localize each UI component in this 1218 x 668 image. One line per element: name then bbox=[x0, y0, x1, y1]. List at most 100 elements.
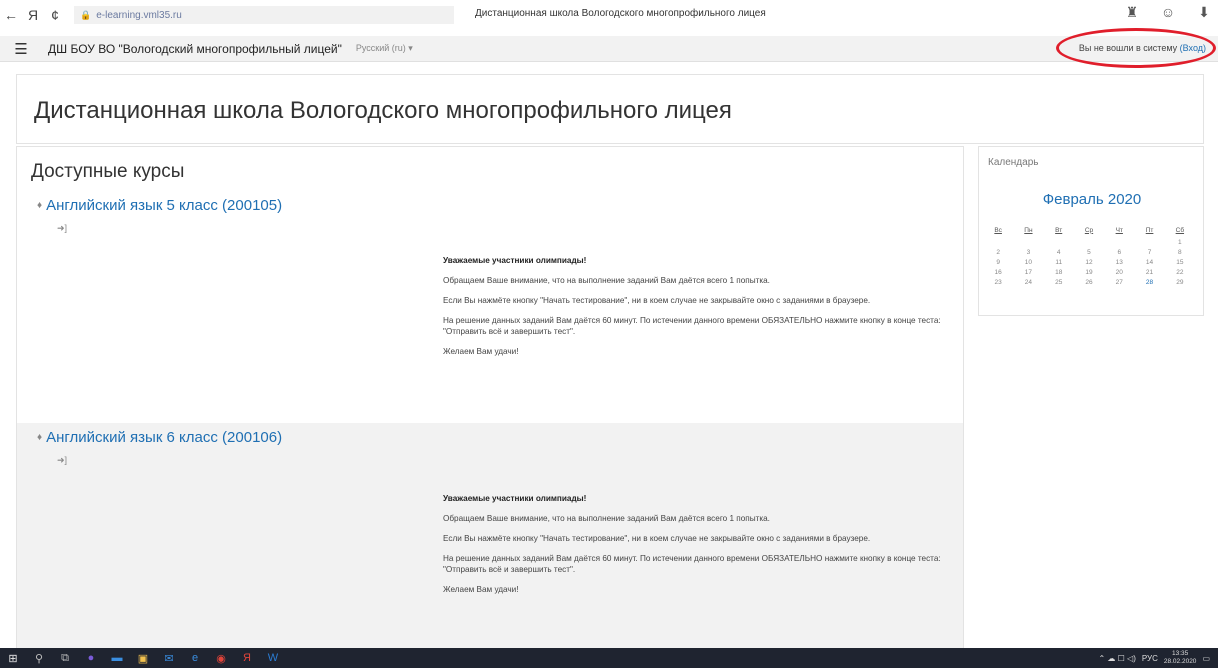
calendar-day[interactable]: 26 bbox=[1074, 277, 1104, 287]
course-icon: ♦ bbox=[37, 200, 43, 211]
calendar-day[interactable]: 28 bbox=[1134, 277, 1164, 287]
clock-time: 13:35 bbox=[1172, 650, 1189, 657]
download-icon[interactable]: ⬇ bbox=[1190, 4, 1218, 21]
windows-taskbar: ⊞ ⚲ ⧉ ● ▬ ▣ ✉ e ◉ Я W ⌃ ☁ ☐ ◁) РУС 13:35… bbox=[0, 648, 1218, 668]
calendar-block-title: Календарь bbox=[988, 157, 1039, 168]
course-item: ♦ Английский язык 6 класс (200106) ➜] Ув… bbox=[17, 423, 963, 668]
address-bar[interactable]: 🔒 e-learning.vml35.ru bbox=[74, 6, 454, 24]
task-view-icon[interactable]: ⧉ bbox=[52, 648, 78, 668]
calendar-day[interactable]: 2 bbox=[983, 247, 1013, 257]
summary-paragraph: Обращаем Ваше внимание, что на выполнени… bbox=[443, 514, 770, 523]
calendar-day[interactable]: 12 bbox=[1074, 257, 1104, 267]
language-select[interactable]: Русский (ru) ▾ bbox=[356, 43, 413, 54]
calendar-day[interactable]: 10 bbox=[1013, 257, 1043, 267]
course-link[interactable]: Английский язык 6 класс (200106) bbox=[46, 429, 282, 446]
course-link[interactable]: Английский язык 5 класс (200105) bbox=[46, 197, 282, 214]
protect-icon[interactable]: ☺ bbox=[1154, 4, 1182, 21]
summary-paragraph: Желаем Вам удачи! bbox=[443, 347, 519, 356]
calendar-day[interactable]: 5 bbox=[1074, 247, 1104, 257]
calendar-weekday: Ср bbox=[1084, 226, 1094, 234]
alice-icon[interactable]: ● bbox=[78, 648, 104, 668]
calendar-day[interactable]: 13 bbox=[1104, 257, 1134, 267]
bookmark-icon[interactable]: ♜ bbox=[1118, 4, 1146, 21]
yandex-app-icon[interactable]: Я bbox=[234, 648, 260, 668]
url-text: e-learning.vml35.ru bbox=[96, 9, 182, 21]
notifications-icon[interactable]: ▭ bbox=[1202, 654, 1210, 663]
calendar-day bbox=[983, 237, 1013, 247]
back-arrow-icon[interactable]: ← bbox=[0, 7, 22, 23]
available-courses-region: Доступные курсы ♦ Английский язык 5 клас… bbox=[16, 146, 964, 668]
calendar-day[interactable]: 18 bbox=[1044, 267, 1074, 277]
calendar-day[interactable]: 14 bbox=[1134, 257, 1164, 267]
menu-hamburger-icon[interactable]: ☰ bbox=[8, 38, 34, 60]
summary-paragraph: Если Вы нажмёте кнопку "Начать тестирова… bbox=[443, 296, 871, 305]
clock[interactable]: 13:35 28.02.2020 bbox=[1164, 650, 1197, 666]
calendar-day[interactable]: 25 bbox=[1044, 277, 1074, 287]
edge-icon[interactable]: e bbox=[182, 648, 208, 668]
course-item: ♦ Английский язык 5 класс (200105) ➜] Ув… bbox=[17, 191, 963, 415]
calendar-day bbox=[1134, 237, 1164, 247]
calendar-day[interactable]: 3 bbox=[1013, 247, 1043, 257]
calendar-day[interactable]: 27 bbox=[1104, 277, 1134, 287]
word-icon[interactable]: W bbox=[260, 648, 286, 668]
page-title-bar: Дистанционная школа Вологодского многопр… bbox=[475, 8, 766, 19]
clock-date: 28.02.2020 bbox=[1163, 658, 1197, 665]
calendar-day[interactable]: 4 bbox=[1044, 247, 1074, 257]
summary-heading: Уважаемые участники олимпиады! bbox=[443, 494, 587, 503]
calendar-day[interactable]: 6 bbox=[1104, 247, 1134, 257]
calendar-weekday: Сб bbox=[1175, 226, 1185, 234]
calendar-day[interactable]: 22 bbox=[1165, 267, 1195, 277]
calendar-day bbox=[1044, 237, 1074, 247]
calendar-day bbox=[1104, 237, 1134, 247]
input-language[interactable]: РУС bbox=[1142, 654, 1158, 663]
summary-heading: Уважаемые участники олимпиады! bbox=[443, 256, 587, 265]
site-name[interactable]: ДШ БОУ ВО "Вологодский многопрофильный л… bbox=[48, 42, 342, 56]
yandex-browser-icon[interactable]: ◉ bbox=[208, 648, 234, 668]
course-summary: Уважаемые участники олимпиады! Обращаем … bbox=[443, 493, 963, 604]
course-summary: Уважаемые участники олимпиады! Обращаем … bbox=[443, 255, 963, 366]
summary-paragraph: Если Вы нажмёте кнопку "Начать тестирова… bbox=[443, 534, 871, 543]
section-title: Доступные курсы bbox=[31, 161, 185, 182]
page-header: Дистанционная школа Вологодского многопр… bbox=[16, 74, 1204, 144]
calendar-day[interactable]: 1 bbox=[1165, 237, 1195, 247]
browser-toolbar: ← Я ¢ 🔒 e-learning.vml35.ru Дистанционна… bbox=[0, 0, 1218, 30]
calendar-day[interactable]: 7 bbox=[1134, 247, 1164, 257]
explorer-icon[interactable]: ▬ bbox=[104, 648, 130, 668]
calendar-day[interactable]: 9 bbox=[983, 257, 1013, 267]
calendar-day[interactable]: 15 bbox=[1165, 257, 1195, 267]
system-tray: ⌃ ☁ ☐ ◁) РУС 13:35 28.02.2020 ▭ bbox=[1099, 648, 1211, 668]
calendar-block: Календарь Февраль 2020 Вс Пн Вт Ср Чт Пт Сб 12… bbox=[978, 146, 1204, 316]
course-icon: ♦ bbox=[37, 432, 43, 443]
self-enrol-icon: ➜] bbox=[57, 223, 68, 233]
calendar-day[interactable]: 16 bbox=[983, 267, 1013, 277]
windows-start-icon[interactable]: ⊞ bbox=[0, 648, 26, 668]
page-title: Дистанционная школа Вологодского многопр… bbox=[34, 97, 732, 124]
calendar-day[interactable]: 8 bbox=[1165, 247, 1195, 257]
calendar-weekday: Чт bbox=[1115, 226, 1123, 234]
calendar-day[interactable]: 20 bbox=[1104, 267, 1134, 277]
browser-actions: ♜ ☺ ⬇ bbox=[1118, 4, 1218, 21]
calendar-day[interactable]: 17 bbox=[1013, 267, 1043, 277]
calendar-weekday: Пн bbox=[1024, 226, 1033, 234]
calendar-day[interactable]: 21 bbox=[1134, 267, 1164, 277]
tray-icons[interactable]: ⌃ ☁ ☐ ◁) bbox=[1099, 654, 1136, 663]
calendar-day[interactable]: 19 bbox=[1074, 267, 1104, 277]
highlight-annotation-oval bbox=[1056, 28, 1216, 68]
calendar-day[interactable]: 29 bbox=[1165, 277, 1195, 287]
yandex-icon[interactable]: Я bbox=[22, 7, 44, 23]
calendar-month-link[interactable]: Февраль 2020 bbox=[979, 191, 1205, 208]
mail-icon[interactable]: ✉ bbox=[156, 648, 182, 668]
calendar-day[interactable]: 24 bbox=[1013, 277, 1043, 287]
calendar-weekday: Пт bbox=[1145, 226, 1154, 234]
summary-paragraph: На решение данных заданий Вам даётся 60 … bbox=[443, 554, 941, 574]
site-navbar: ☰ ДШ БОУ ВО "Вологодский многопрофильный… bbox=[0, 36, 1218, 62]
calendar-day[interactable]: 23 bbox=[983, 277, 1013, 287]
calendar-grid: Вс Пн Вт Ср Чт Пт Сб 1 2 3 4 5 6 7 8 9 10 11 12 13 14 15 16 17… bbox=[983, 223, 1195, 287]
calendar-weekday: Вс bbox=[994, 226, 1002, 234]
calendar-day[interactable]: 11 bbox=[1044, 257, 1074, 267]
summary-paragraph: На решение данных заданий Вам даётся 60 … bbox=[443, 316, 941, 336]
search-icon[interactable]: ⚲ bbox=[26, 648, 52, 668]
lock-icon: 🔒 bbox=[80, 9, 92, 20]
reload-icon[interactable]: ¢ bbox=[44, 7, 66, 23]
store-icon[interactable]: ▣ bbox=[130, 648, 156, 668]
